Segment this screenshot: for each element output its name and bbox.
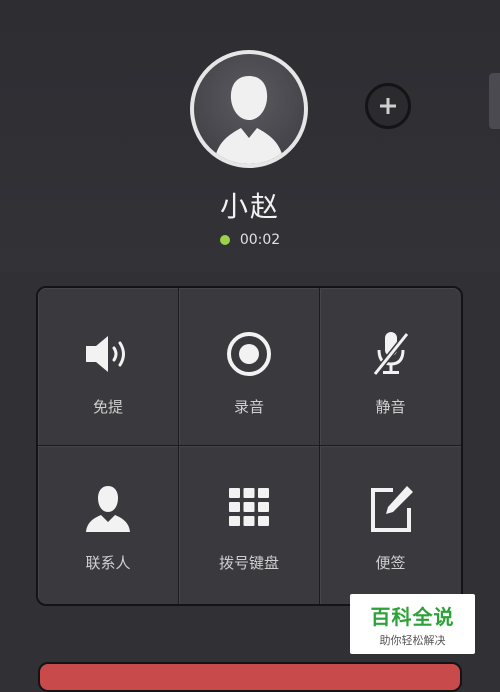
note-label: 便签 [375, 554, 406, 572]
contacts-button[interactable]: 联系人 [38, 446, 179, 604]
record-label: 录音 [233, 398, 264, 416]
mute-label: 静音 [375, 398, 406, 416]
call-actions-grid: 免提 录音 静音 联系人 拨号键盘 便签 [36, 286, 463, 606]
record-icon [227, 332, 271, 376]
status-dot [219, 235, 230, 245]
contact-person-icon [86, 486, 130, 532]
mute-button[interactable]: 静音 [320, 288, 461, 446]
side-panel-handle[interactable] [489, 73, 500, 129]
dialpad-icon [229, 488, 269, 526]
plus-icon [380, 98, 396, 114]
watermark-logo: 百科全说 助你轻松解决 [350, 594, 475, 654]
note-button[interactable]: 便签 [320, 446, 461, 604]
note-edit-icon [370, 486, 413, 532]
contact-avatar [190, 50, 308, 168]
watermark-title: 百科全说 [370, 604, 455, 629]
dialpad-label: 拨号键盘 [218, 554, 279, 572]
watermark-subtitle: 助你轻松解决 [379, 633, 446, 647]
call-status: 00:02 [0, 230, 500, 250]
contact-name: 小赵 [219, 190, 280, 223]
person-silhouette-icon [214, 76, 284, 164]
call-timer: 00:02 [239, 232, 281, 248]
end-call-button[interactable] [38, 662, 462, 692]
record-button[interactable]: 录音 [179, 288, 320, 446]
speaker-label: 免提 [92, 398, 123, 416]
add-call-button[interactable] [365, 83, 411, 129]
speaker-icon [86, 336, 125, 372]
contacts-label: 联系人 [85, 554, 131, 572]
mute-mic-icon [372, 332, 409, 376]
dialpad-button[interactable]: 拨号键盘 [179, 446, 320, 604]
speaker-button[interactable]: 免提 [38, 288, 179, 446]
